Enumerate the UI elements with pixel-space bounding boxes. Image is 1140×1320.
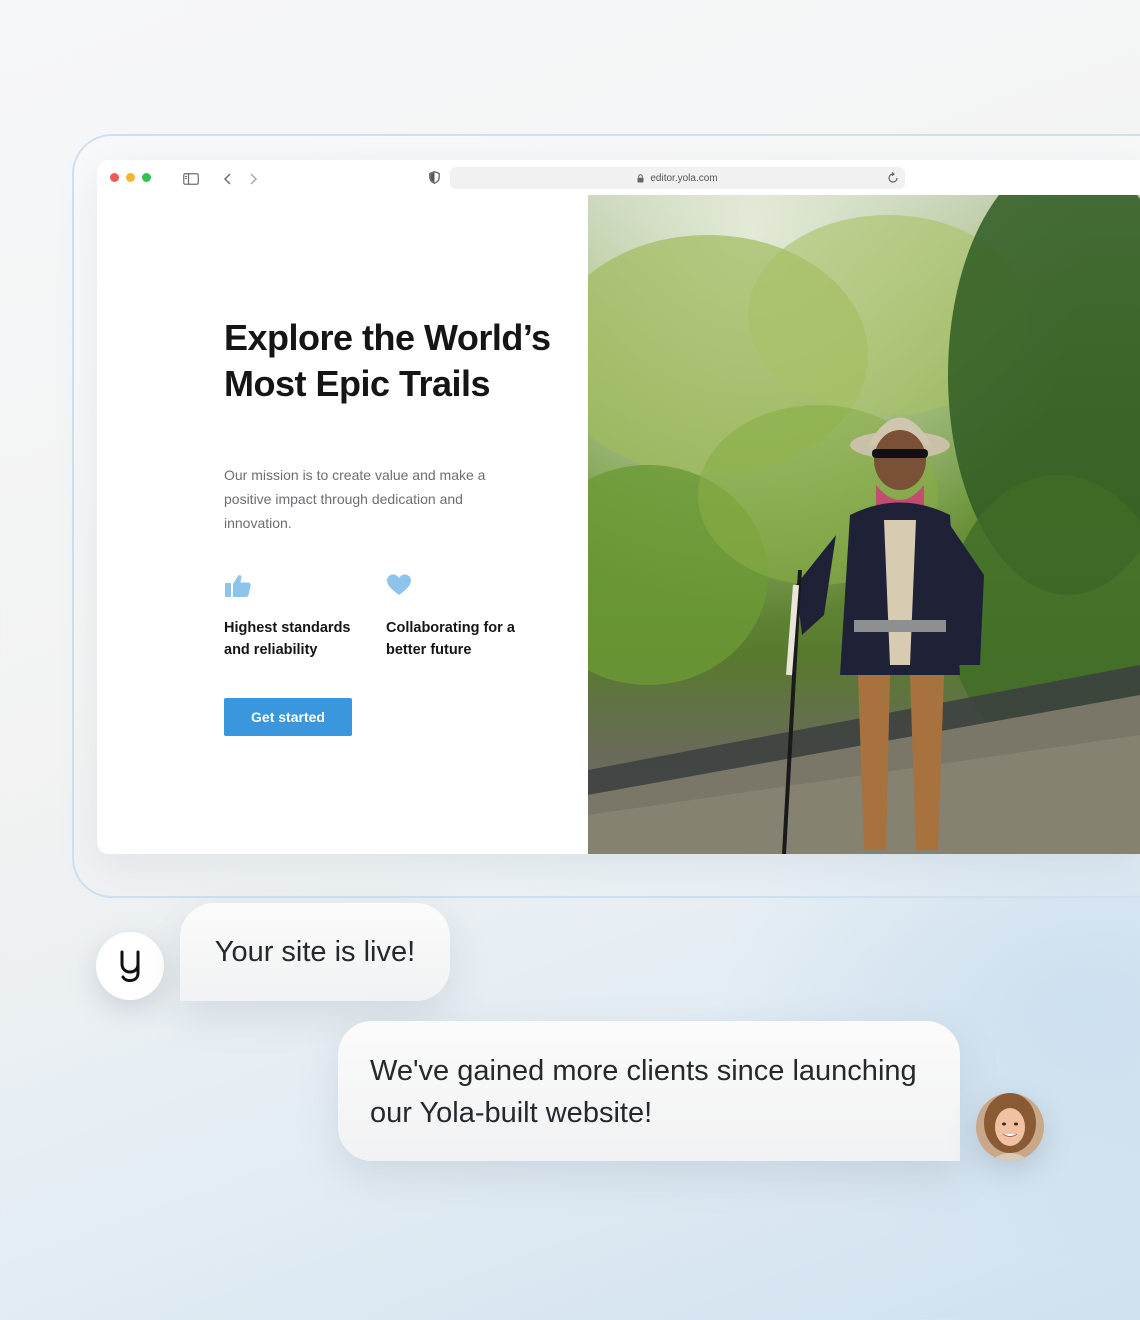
reload-icon[interactable] [887, 172, 899, 187]
hiker-photo [588, 195, 1140, 854]
minimize-window-button[interactable] [126, 173, 135, 182]
forward-arrow-icon[interactable] [248, 172, 258, 190]
browser-window: editor.yola.com Explore the World’s Most… [97, 160, 1140, 854]
maximize-window-button[interactable] [142, 173, 151, 182]
hero-section: Explore the World’s Most Epic Trails Our… [97, 195, 588, 854]
back-arrow-icon[interactable] [223, 172, 233, 190]
sidebar-toggle-icon[interactable] [183, 172, 199, 190]
user-avatar [976, 1093, 1044, 1161]
get-started-button[interactable]: Get started [224, 698, 352, 736]
yola-logo-avatar [96, 932, 164, 1000]
lock-icon [637, 173, 644, 183]
feature-collaboration: Collaborating for a better future [386, 573, 536, 661]
url-text: editor.yola.com [650, 172, 718, 184]
thumbs-up-icon [224, 573, 374, 603]
shield-icon[interactable] [429, 171, 440, 189]
browser-toolbar: editor.yola.com [97, 160, 1140, 196]
hero-headline: Explore the World’s Most Epic Trails [224, 317, 551, 404]
site-live-message: Your site is live! [180, 903, 450, 1001]
feature-label: Collaborating for a better future [386, 620, 515, 658]
close-window-button[interactable] [110, 173, 119, 182]
address-bar[interactable]: editor.yola.com [450, 167, 905, 189]
heart-icon [386, 573, 536, 603]
feature-label: Highest standards and reliability [224, 620, 351, 658]
feature-standards: Highest standards and reliability [224, 573, 374, 661]
testimonial-message: We've gained more clients since launchin… [338, 1021, 960, 1161]
mission-text: Our mission is to create value and make … [224, 467, 486, 531]
